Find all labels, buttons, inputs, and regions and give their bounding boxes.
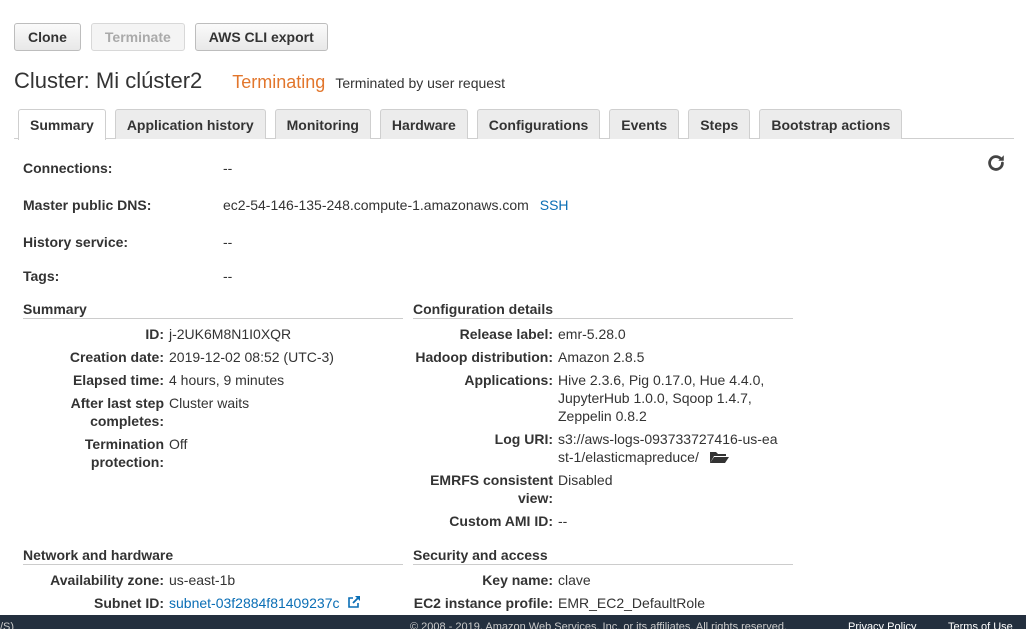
folder-icon[interactable] [709, 450, 729, 464]
master-dns-value-group: ec2-54-146-135-248.compute-1.amazonaws.c… [223, 197, 569, 213]
footer-copyright: © 2008 - 2019, Amazon Web Services, Inc.… [410, 621, 787, 629]
refresh-icon[interactable] [985, 152, 1007, 174]
clone-button[interactable]: Clone [14, 23, 81, 51]
config-row: Custom AMI ID: -- [413, 512, 778, 530]
configuration-grid: Release label: emr-5.28.0 Hadoop distrib… [413, 325, 778, 535]
availability-zone-value: us-east-1b [169, 572, 236, 588]
config-row: Release label: emr-5.28.0 [413, 325, 778, 343]
tab-events[interactable]: Events [609, 109, 680, 139]
title-row: Cluster: Mi clúster2 Terminating Termina… [14, 68, 505, 94]
config-label: Applications: [464, 372, 553, 388]
config-row: EMRFS consistent view: Disabled [413, 471, 778, 507]
summary-row: Creation date: 2019-12-02 08:52 (UTC-3) [23, 348, 334, 366]
config-value: Disabled [558, 472, 613, 488]
config-value: emr-5.28.0 [558, 326, 626, 342]
security-section-title: Security and access [413, 547, 793, 565]
config-value: s3://aws-logs-093733727416-us-east-1/ela… [558, 431, 778, 465]
config-label: Hadoop distribution: [415, 349, 553, 365]
page-title: Cluster: Mi clúster2 [14, 68, 203, 93]
network-row: Availability zone: us-east-1b [23, 571, 361, 589]
summary-value: 2019-12-02 08:52 (UTC-3) [169, 349, 334, 365]
config-label: Custom AMI ID: [449, 513, 553, 529]
config-label: EMRFS consistent view: [430, 472, 553, 506]
instance-profile-label: EC2 instance profile: [413, 595, 553, 611]
config-value: -- [558, 513, 568, 529]
terms-of-use-link[interactable]: Terms of Use [948, 621, 1013, 629]
summary-value: Cluster waits [169, 395, 250, 411]
network-section-title: Network and hardware [23, 547, 403, 565]
tab-bar: Summary Application history Monitoring H… [18, 109, 903, 140]
connections-value: -- [223, 160, 233, 176]
instance-profile-value: EMR_EC2_DefaultRole [558, 595, 706, 611]
summary-row: Termination protection: Off [23, 435, 334, 471]
tags-label: Tags: [23, 268, 60, 284]
privacy-policy-link[interactable]: Privacy Policy [848, 621, 916, 629]
tab-steps[interactable]: Steps [688, 109, 751, 139]
security-grid: Key name: clave EC2 instance profile: EM… [413, 571, 705, 617]
config-value: Amazon 2.8.5 [558, 349, 645, 365]
config-label: Release label: [459, 326, 553, 342]
log-uri-value-group: s3://aws-logs-093733727416-us-east-1/ela… [553, 430, 778, 466]
terminate-button[interactable]: Terminate [90, 23, 185, 51]
connections-label: Connections: [23, 160, 113, 176]
summary-row: Elapsed time: 4 hours, 9 minutes [23, 371, 334, 389]
security-row: EC2 instance profile: EMR_EC2_DefaultRol… [413, 594, 705, 612]
summary-row: ID: j-2UK6M8N1I0XQR [23, 325, 334, 343]
external-link-icon[interactable] [347, 595, 361, 609]
summary-label: Creation date: [69, 349, 164, 365]
network-grid: Availability zone: us-east-1b Subnet ID:… [23, 571, 361, 617]
security-row: Key name: clave [413, 571, 705, 589]
subnet-id-label: Subnet ID: [94, 595, 164, 611]
summary-value: 4 hours, 9 minutes [169, 372, 285, 388]
tags-value: -- [223, 268, 233, 284]
cluster-state: Terminating [232, 72, 326, 92]
summary-label: Termination protection: [84, 436, 164, 470]
history-service-label: History service: [23, 234, 129, 250]
tab-summary[interactable]: Summary [18, 109, 106, 140]
aws-cli-export-button[interactable]: AWS CLI export [194, 23, 328, 51]
subnet-id-link[interactable]: subnet-03f2884f81409237c [169, 595, 339, 611]
tab-application-history[interactable]: Application history [114, 109, 266, 139]
config-value: Hive 2.3.6, Pig 0.17.0, Hue 4.4.0, Jupyt… [558, 372, 765, 424]
summary-value: j-2UK6M8N1I0XQR [169, 326, 292, 342]
key-name-value: clave [558, 572, 591, 588]
tab-configurations[interactable]: Configurations [476, 109, 601, 139]
master-dns-value: ec2-54-146-135-248.compute-1.amazonaws.c… [223, 197, 529, 213]
config-row: Log URI: s3://aws-logs-093733727416-us-e… [413, 430, 778, 466]
history-service-value: -- [223, 234, 233, 250]
configuration-section-title: Configuration details [413, 301, 793, 319]
subnet-id-group: subnet-03f2884f81409237c [164, 594, 361, 612]
availability-zone-label: Availability zone: [50, 572, 164, 588]
toolbar: Clone Terminate AWS CLI export [14, 23, 328, 51]
summary-label: Elapsed time: [72, 372, 164, 388]
master-dns-label: Master public DNS: [23, 197, 152, 213]
config-row: Hadoop distribution: Amazon 2.8.5 [413, 348, 778, 366]
tab-bootstrap-actions[interactable]: Bootstrap actions [759, 109, 903, 139]
footer: /S) © 2008 - 2019, Amazon Web Services, … [0, 615, 1026, 629]
summary-value: Off [169, 436, 188, 452]
summary-section-title: Summary [23, 301, 403, 319]
tab-monitoring[interactable]: Monitoring [274, 109, 371, 139]
summary-row: After last step completes: Cluster waits [23, 394, 334, 430]
summary-label: After last step completes: [70, 395, 164, 429]
summary-grid: ID: j-2UK6M8N1I0XQR Creation date: 2019-… [23, 325, 334, 476]
summary-label: ID: [145, 326, 164, 342]
key-name-label: Key name: [482, 572, 553, 588]
ssh-link[interactable]: SSH [540, 197, 569, 213]
state-reason: Terminated by user request [335, 75, 505, 91]
footer-left-text: /S) [0, 621, 15, 629]
tab-hardware[interactable]: Hardware [379, 109, 468, 139]
network-row: Subnet ID: subnet-03f2884f81409237c [23, 594, 361, 612]
config-label: Log URI: [494, 431, 553, 447]
config-row: Applications: Hive 2.3.6, Pig 0.17.0, Hu… [413, 371, 778, 425]
